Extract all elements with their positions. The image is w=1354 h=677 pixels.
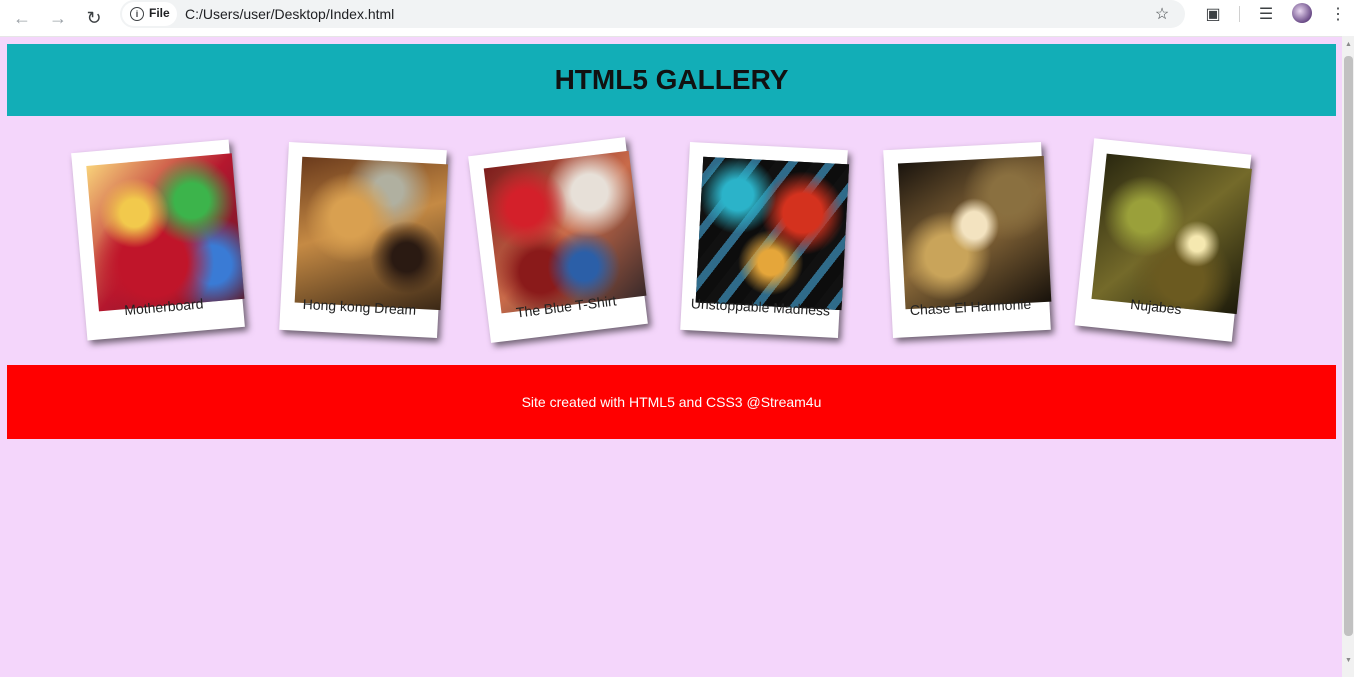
media-controls-icon[interactable]: ☰ [1255, 4, 1277, 26]
gallery-photo [86, 153, 245, 312]
page-title: HTML5 GALLERY [554, 64, 789, 95]
back-arrow-icon[interactable]: ← [10, 6, 34, 30]
gallery-photo [897, 155, 1052, 310]
forward-arrow-icon[interactable]: → [46, 6, 70, 30]
gallery-item-unstoppable-madness[interactable]: Unstoppable Madness [680, 141, 850, 339]
page-header: HTML5 GALLERY [7, 44, 1336, 116]
site-chip-label: File [149, 6, 170, 20]
gallery-photo [483, 150, 647, 314]
gallery-item-chase-el-harmonie[interactable]: Chase El Harmonie [883, 141, 1052, 339]
toolbar-divider [1239, 6, 1240, 22]
scroll-up-arrow-icon[interactable]: ▲ [1344, 40, 1353, 50]
reload-icon[interactable]: ↻ [82, 6, 106, 30]
info-icon[interactable]: i [130, 7, 144, 21]
gallery-item-motherboard[interactable]: Motherboard [71, 139, 245, 341]
page-scrollbar-thumb[interactable] [1344, 56, 1353, 636]
gallery-photo [294, 156, 449, 311]
extensions-puzzle-icon[interactable]: ▣ [1202, 4, 1224, 26]
gallery-photo [695, 156, 850, 311]
profile-avatar[interactable] [1292, 3, 1312, 23]
browser-toolbar: ← → ↻ i File C:/Users/user/Desktop/Index… [0, 0, 1354, 37]
more-menu-icon[interactable]: ⋮ [1327, 4, 1349, 26]
footer-text: Site created with HTML5 and CSS3 @Stream… [521, 394, 822, 410]
scroll-down-arrow-icon[interactable]: ▼ [1344, 656, 1353, 666]
url-text[interactable]: C:/Users/user/Desktop/Index.html [185, 6, 394, 22]
gallery-item-the-blue-t-shirt[interactable]: The Blue T-Shirt [468, 137, 648, 343]
bookmark-star-icon[interactable]: ☆ [1151, 4, 1173, 26]
gallery-photo [1091, 153, 1252, 315]
gallery-item-hong-kong-dream[interactable]: Hong kong Dream [279, 141, 449, 339]
page-footer: Site created with HTML5 and CSS3 @Stream… [7, 365, 1336, 439]
gallery-item-nujabes[interactable]: Nujabes [1074, 138, 1252, 342]
